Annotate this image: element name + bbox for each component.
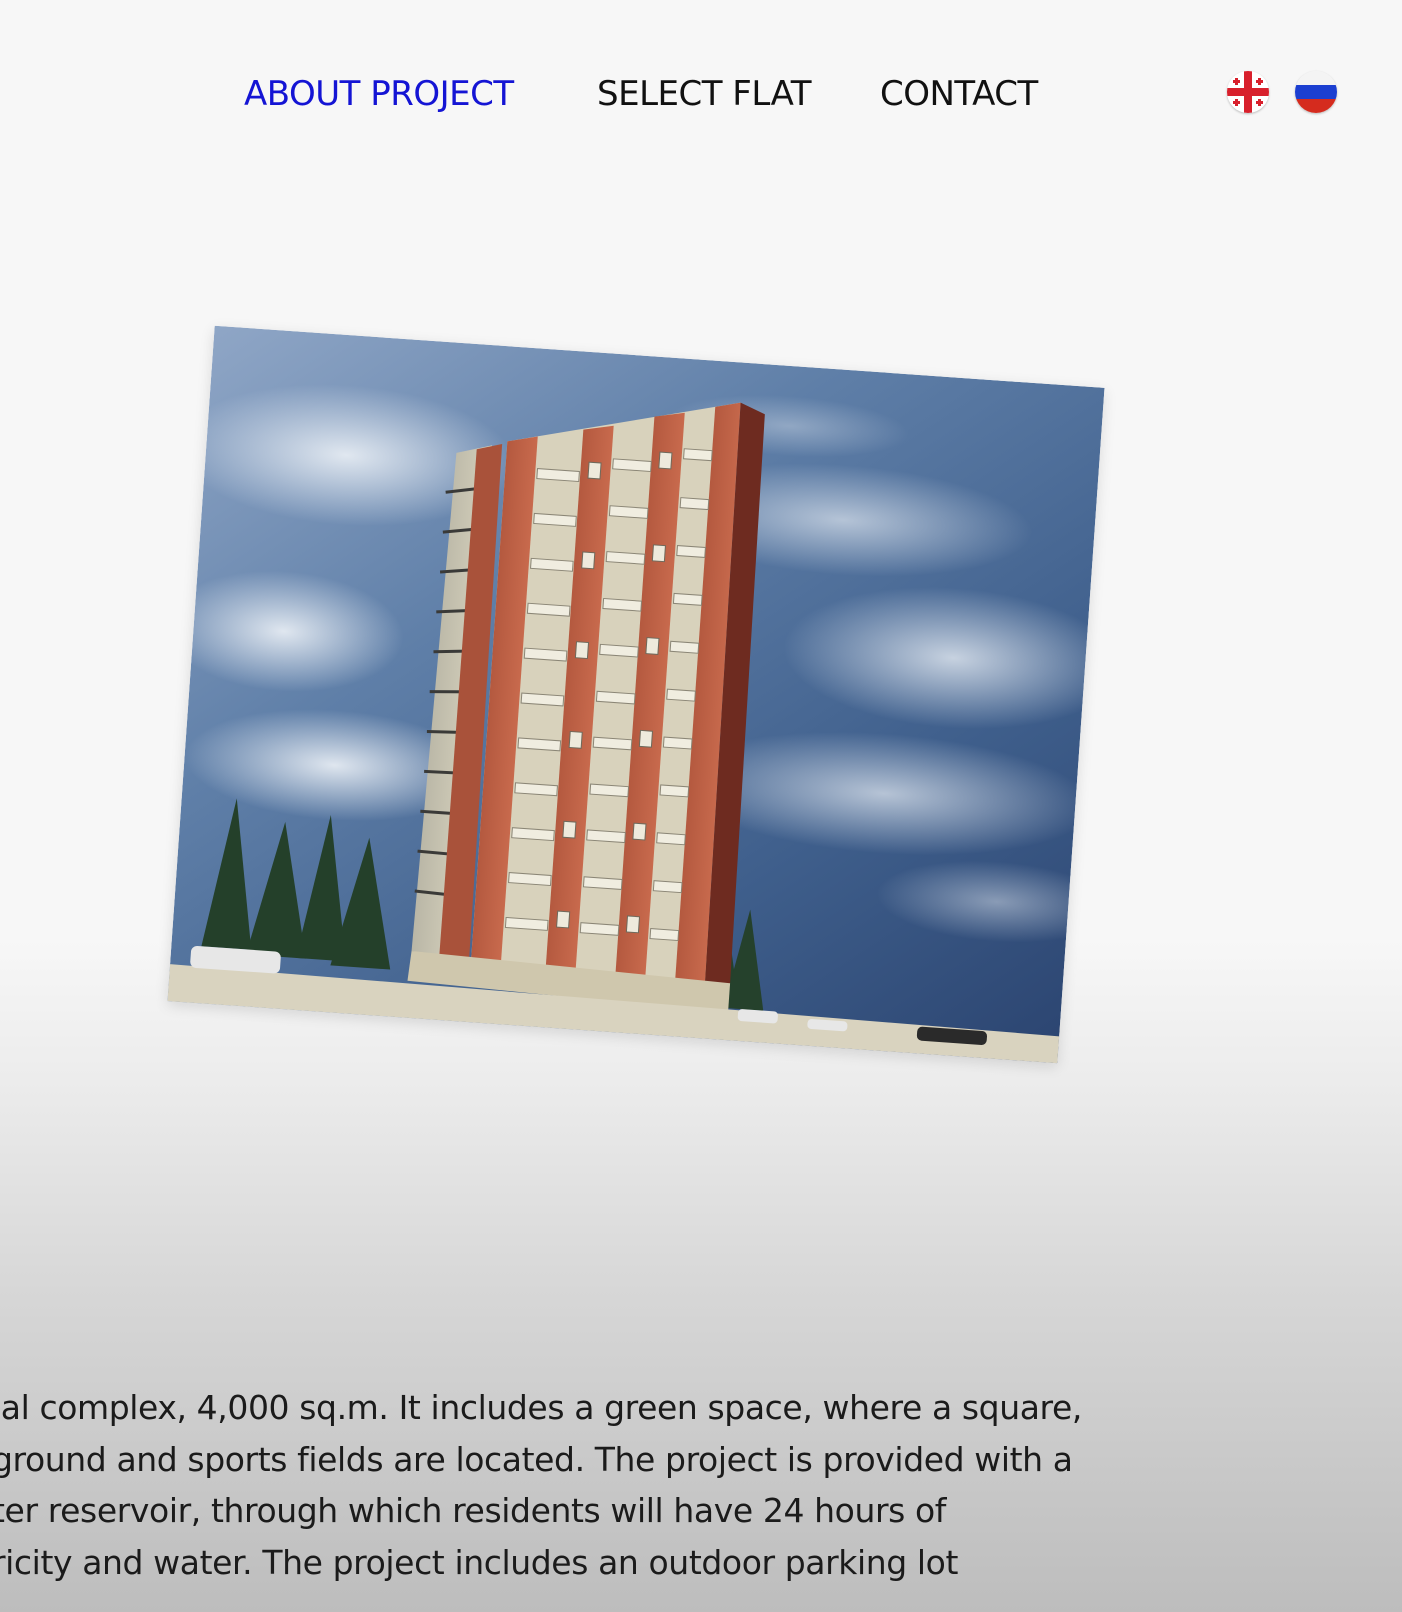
project-description: ial complex, 4,000 sq.m. It includes a g… [0,1382,1372,1588]
description-line: ground and sports fields are located. Th… [0,1439,1073,1479]
description-line: ter reservoir, through which residents w… [0,1491,947,1530]
description-line: ial complex, 4,000 sq.m. It includes a g… [0,1388,1082,1427]
russian-flag-icon[interactable] [1295,71,1337,113]
georgian-flag-icon[interactable] [1227,71,1269,113]
main-nav: ABOUT PROJECT SELECT FLAT CONTACT [0,66,1402,122]
building-render-image [167,325,1105,1064]
nav-select-flat[interactable]: SELECT FLAT [597,66,811,122]
nav-contact[interactable]: CONTACT [880,66,1038,122]
nav-about-project[interactable]: ABOUT PROJECT [244,66,514,122]
description-line: ricity and water. The project includes a… [0,1542,959,1582]
